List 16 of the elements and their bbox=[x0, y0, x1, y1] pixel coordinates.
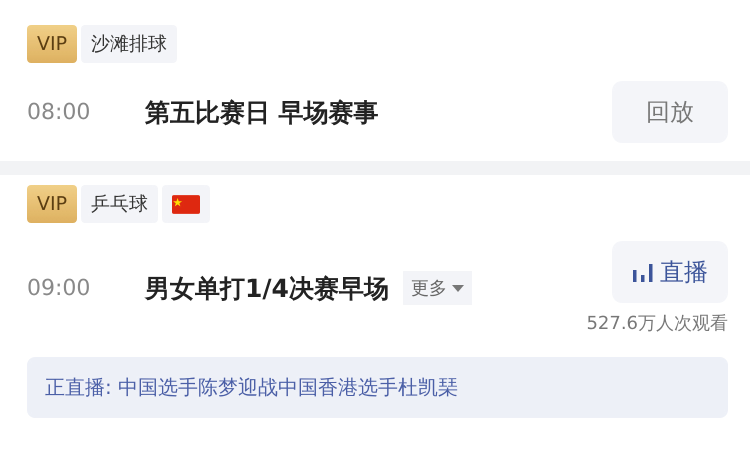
more-dropdown[interactable]: 更多 bbox=[402, 271, 472, 305]
sport-tag: 沙滩排球 bbox=[81, 25, 178, 63]
match-title: 第五比赛日 早场赛事 bbox=[145, 96, 379, 128]
match-title: 男女单打1/4决赛早场 bbox=[145, 272, 389, 304]
live-button[interactable]: 直播 bbox=[612, 241, 728, 303]
vip-badge: VIP bbox=[27, 185, 78, 223]
vip-badge: VIP bbox=[27, 25, 78, 63]
live-bars-icon bbox=[632, 262, 654, 282]
replay-button[interactable]: 回放 bbox=[612, 81, 728, 143]
match-time: 09:00 bbox=[27, 276, 92, 300]
match-time: 08:00 bbox=[27, 100, 92, 124]
now-playing-banner[interactable]: 正直播: 中国选手陈梦迎战中国香港选手杜凯琹 bbox=[27, 357, 728, 418]
view-count: 527.6万人次观看 bbox=[586, 312, 728, 335]
flag-icon bbox=[172, 194, 200, 214]
caret-icon bbox=[452, 284, 464, 292]
sport-tag: 乒乓球 bbox=[81, 185, 158, 223]
